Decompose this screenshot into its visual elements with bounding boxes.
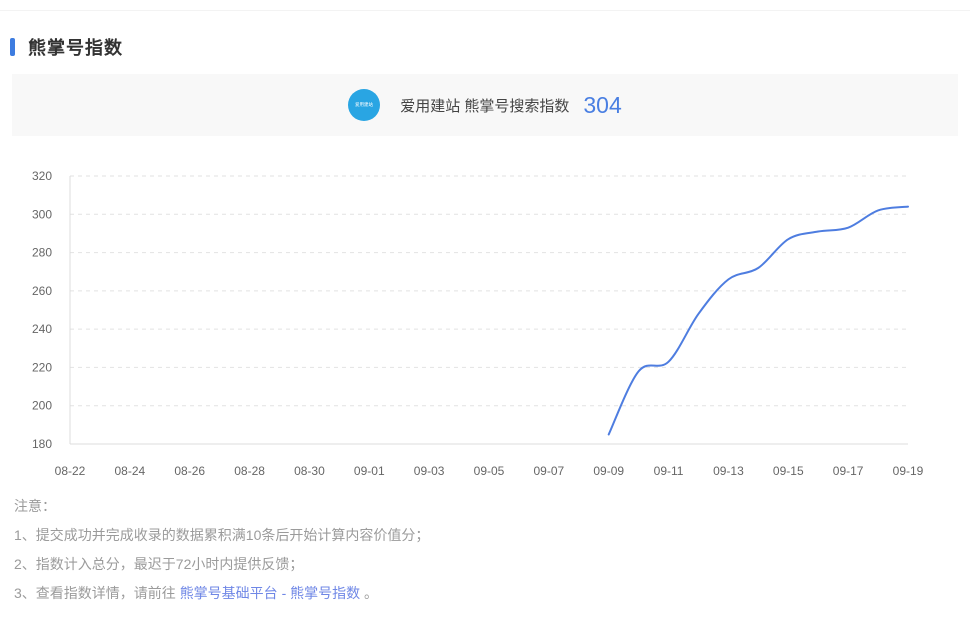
y-axis-tick-label: 240 (32, 322, 52, 336)
x-axis-tick-label: 09-09 (593, 464, 624, 478)
x-axis-tick-label: 09-15 (773, 464, 804, 478)
notes-heading: 注意： (14, 497, 954, 516)
y-axis-tick-label: 280 (32, 246, 52, 260)
notes-section: 注意： 1、提交成功并完成收录的数据累积满10条后开始计算内容价值分； 2、指数… (14, 497, 954, 613)
y-axis-tick-label: 300 (32, 207, 52, 221)
top-divider (0, 10, 970, 11)
note-item-3: 3、查看指数详情，请前往 熊掌号基础平台 - 熊掌号指数 。 (14, 584, 954, 603)
index-value: 304 (583, 92, 621, 119)
index-summary-label: 爱用建站 熊掌号搜索指数 (400, 95, 569, 116)
x-axis-tick-label: 08-28 (234, 464, 265, 478)
y-axis-tick-label: 200 (32, 399, 52, 413)
index-summary-banner: 爱用建站 爱用建站 熊掌号搜索指数 304 (12, 74, 958, 136)
x-axis-tick-label: 08-30 (294, 464, 325, 478)
index-line-chart: 180 200 220 240 260 280 300 320 08-22 08-24 08-26 0… (0, 160, 970, 490)
note-item-1: 1、提交成功并完成收录的数据累积满10条后开始计算内容价值分； (14, 526, 954, 545)
y-axis-tick-label: 220 (32, 360, 52, 374)
page-title: 熊掌号指数 (28, 34, 123, 60)
y-axis-tick-label: 180 (32, 437, 52, 451)
title-accent-bar (10, 38, 15, 56)
x-axis-tick-label: 09-03 (414, 464, 445, 478)
x-axis-tick-label: 08-22 (55, 464, 86, 478)
x-axis-tick-label: 09-17 (833, 464, 864, 478)
site-avatar-label: 爱用建站 (355, 102, 373, 107)
x-axis-tick-label: 08-24 (115, 464, 146, 478)
x-axis-tick-label: 09-07 (534, 464, 565, 478)
site-avatar: 爱用建站 (348, 89, 380, 121)
note-item-3-suffix: 。 (360, 585, 378, 601)
note-item-2: 2、指数计入总分，最迟于72小时内提供反馈； (14, 555, 954, 574)
x-axis-tick-label: 08-26 (174, 464, 205, 478)
xiongzhanghao-platform-link[interactable]: 熊掌号基础平台 - 熊掌号指数 (180, 585, 360, 601)
x-axis-tick-label: 09-11 (654, 464, 684, 478)
x-axis-tick-label: 09-05 (474, 464, 505, 478)
page-header: 熊掌号指数 (10, 34, 123, 60)
index-line-chart-svg: 180 200 220 240 260 280 300 320 08-22 08-24 08-26 0… (0, 160, 970, 490)
y-axis-tick-label: 260 (32, 284, 52, 298)
x-axis-tick-label: 09-13 (713, 464, 744, 478)
x-axis-tick-label: 09-01 (354, 464, 385, 478)
y-axis-tick-label: 320 (32, 169, 52, 183)
x-axis-tick-label: 09-19 (893, 464, 924, 478)
note-item-3-prefix: 3、查看指数详情，请前往 (14, 585, 180, 601)
index-line-series (609, 207, 908, 435)
